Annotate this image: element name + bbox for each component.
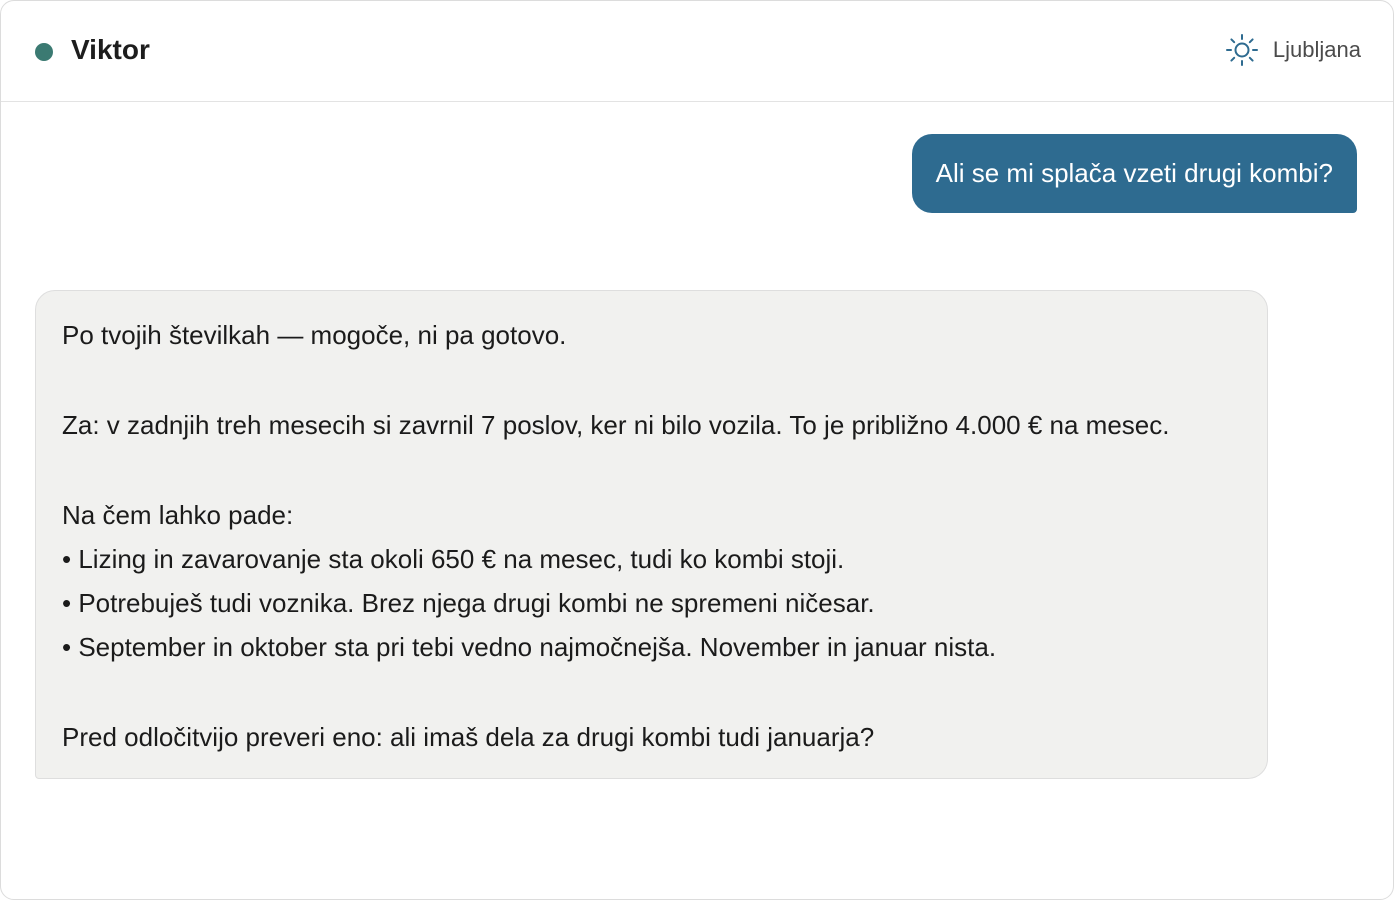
assistant-message: Po tvojih številkah — mogoče, ni pa goto… <box>35 290 1268 779</box>
message-list: Ali se mi splača vzeti drugi kombi? Po t… <box>1 102 1393 899</box>
contact-name: Viktor <box>71 34 150 65</box>
sun-icon <box>1225 34 1258 66</box>
assistant-con-item: • Potrebuješ tudi voznika. Brez njega dr… <box>62 588 875 618</box>
assistant-cons-heading: Na čem lahko pade: <box>62 500 294 530</box>
assistant-con-item: • Lizing in zavarovanje sta okoli 650 € … <box>62 544 845 574</box>
location-label: Ljubljana <box>1272 37 1361 62</box>
chat-header: Viktor Ljubljana <box>1 1 1393 102</box>
assistant-intro: Po tvojih številkah — mogoče, ni pa goto… <box>62 320 567 350</box>
user-message: Ali se mi splača vzeti drugi kombi? <box>911 134 1357 213</box>
assistant-con-item: • September in oktober sta pri tebi vedn… <box>62 632 997 662</box>
assistant-pro-point: Za: v zadnjih treh mesecih si zavrnil 7 … <box>62 410 1170 440</box>
chat-window: Viktor Ljubljana Ali se mi splača vzeti … <box>0 0 1394 900</box>
assistant-closing: Pred odločitvijo preveri eno: ali imaš d… <box>62 722 875 752</box>
online-status-dot <box>35 43 53 61</box>
location-indicator: Ljubljana <box>1225 31 1361 69</box>
